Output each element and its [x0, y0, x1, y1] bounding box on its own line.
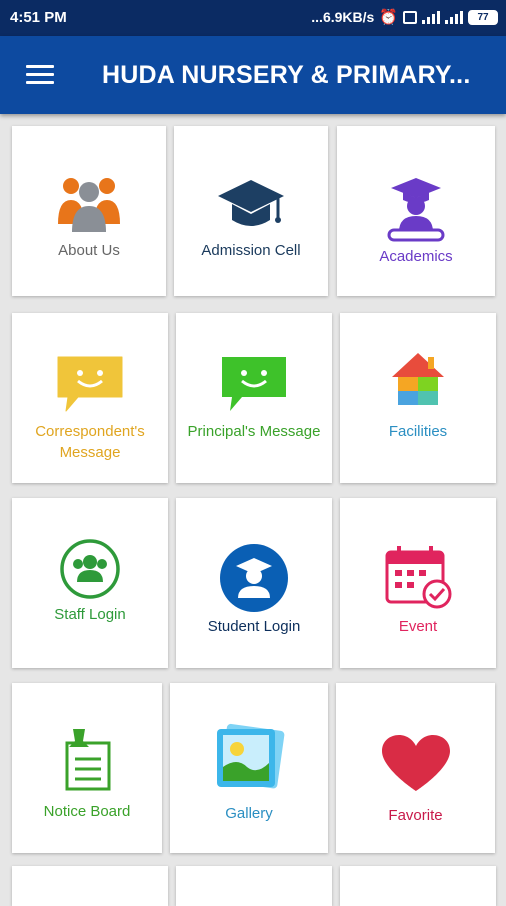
tile-principals-message[interactable]: Principal's Message — [176, 313, 332, 483]
menu-icon[interactable] — [26, 65, 54, 85]
tile-admission-cell[interactable]: Admission Cell — [174, 126, 328, 296]
tile-label: Principal's Message — [187, 423, 321, 440]
status-time: 4:51 PM — [10, 9, 67, 26]
app-bar: HUDA NURSERY & PRIMARY... — [0, 36, 506, 114]
student-icon — [176, 542, 332, 614]
tile-label: Event — [398, 618, 438, 635]
graduation-cap-icon — [174, 178, 328, 232]
signal-icon-2 — [445, 10, 463, 24]
alarm-icon: ⏰ — [379, 9, 398, 26]
tile-gallery[interactable]: Gallery — [170, 683, 328, 853]
tile-partial[interactable] — [12, 866, 168, 906]
gallery-icon — [170, 723, 328, 793]
message-smile-icon — [12, 353, 168, 413]
tile-label: Facilities — [388, 423, 448, 440]
tile-label: Favorite — [388, 807, 443, 824]
signal-icon — [422, 10, 440, 24]
graduate-diploma-icon — [337, 176, 495, 244]
tile-student-login[interactable]: Student Login — [176, 498, 332, 668]
house-icon — [340, 349, 496, 409]
tile-label: Gallery — [225, 805, 273, 822]
app-title: HUDA NURSERY & PRIMARY... — [102, 61, 471, 89]
staff-icon — [12, 538, 168, 600]
tile-staff-login[interactable]: Staff Login — [12, 498, 168, 668]
tile-notice-board[interactable]: Notice Board — [12, 683, 162, 853]
tile-event[interactable]: Event — [340, 498, 496, 668]
users-icon — [12, 174, 166, 232]
status-bar: 4:51 PM ...6.9KB/s ⏰ 77 — [0, 0, 506, 36]
tile-correspondents-message[interactable]: Correspondent's Message — [12, 313, 168, 483]
tile-label: Student Login — [207, 618, 301, 635]
tile-facilities[interactable]: Facilities — [340, 313, 496, 483]
tile-label: About Us — [58, 242, 120, 259]
battery-icon: 77 — [468, 9, 498, 25]
tile-label: Admission Cell — [201, 242, 301, 259]
tile-partial[interactable] — [176, 866, 332, 906]
sim-icon — [403, 10, 417, 24]
tile-label: Correspondent's Message — [35, 423, 145, 461]
tile-label: Academics — [379, 248, 453, 265]
calendar-icon — [340, 544, 496, 610]
tile-about-us[interactable]: About Us — [12, 126, 166, 296]
tile-partial[interactable] — [340, 866, 496, 906]
tile-favorite[interactable]: Favorite — [336, 683, 495, 853]
tile-label: Staff Login — [54, 606, 126, 623]
tile-academics[interactable]: Academics — [337, 126, 495, 296]
network-speed: ...6.9KB/s — [311, 9, 375, 25]
heart-icon — [336, 733, 495, 793]
message-smile-icon — [176, 353, 332, 413]
tile-label: Notice Board — [43, 803, 131, 820]
notice-board-icon — [12, 727, 162, 791]
